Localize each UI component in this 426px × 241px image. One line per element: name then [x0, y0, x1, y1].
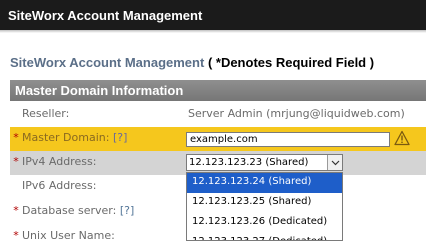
page-title-text: SiteWorx Account Management [10, 55, 205, 70]
chevron-down-icon[interactable] [327, 155, 342, 170]
master-domain-label: * Master Domain: [?] [10, 131, 127, 144]
master-domain-help-link[interactable]: [?] [113, 131, 127, 144]
required-asterisk: * [13, 155, 19, 168]
ipv4-select[interactable]: 12.123.123.23 (Shared) [186, 154, 343, 171]
required-asterisk: * [13, 131, 19, 144]
section-header: Master Domain Information [10, 80, 426, 101]
database-server-help-link[interactable]: [?] [120, 204, 134, 217]
required-field-note: ( *Denotes Required Field ) [207, 55, 375, 70]
reseller-label: Reseller: [22, 107, 70, 120]
section-title: Master Domain Information [15, 83, 184, 98]
reseller-value: Server Admin (mrjung@liquidweb.com) [188, 107, 405, 120]
app-header: SiteWorx Account Management [0, 0, 426, 30]
ipv6-label: IPv6 Address: [22, 179, 97, 192]
ipv4-dropdown-list[interactable]: 12.123.123.24 (Shared) 12.123.123.25 (Sh… [186, 172, 343, 241]
ipv4-option[interactable]: 12.123.123.24 (Shared) [187, 173, 342, 193]
master-domain-row: * Master Domain: [?] [10, 127, 426, 152]
ipv4-option[interactable]: 12.123.123.26 (Dedicated) [187, 213, 342, 233]
database-server-label: * Database server: [?] [10, 204, 134, 217]
master-domain-input[interactable] [186, 132, 390, 147]
reseller-row: Reseller: Server Admin (mrjung@liquidweb… [10, 103, 426, 128]
required-asterisk: * [13, 204, 19, 217]
header-divider [0, 30, 426, 33]
warning-icon [394, 130, 410, 146]
ipv4-selected-value: 12.123.123.23 (Shared) [189, 157, 309, 168]
page-title: SiteWorx Account Management ( *Denotes R… [10, 55, 374, 70]
ipv4-label: * IPv4 Address: [10, 155, 96, 168]
ipv4-option[interactable]: 12.123.123.25 (Shared) [187, 193, 342, 213]
required-asterisk: * [13, 229, 19, 241]
app-title: SiteWorx Account Management [8, 8, 203, 23]
unix-user-label: * Unix User Name: [10, 229, 115, 241]
ipv4-option[interactable]: 12.123.123.27 (Dedicated) [187, 233, 342, 240]
